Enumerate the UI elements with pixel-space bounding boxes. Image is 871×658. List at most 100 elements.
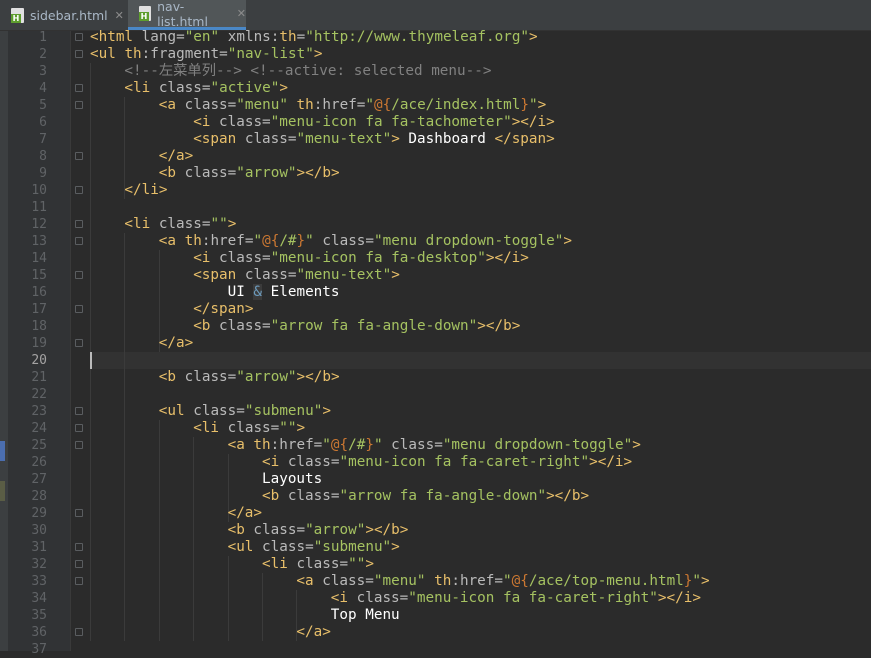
code-line: <a class="menu" th:href="@{/ace/top-menu… xyxy=(296,573,709,590)
line-number: 8 xyxy=(39,149,47,164)
fold-marker-icon[interactable] xyxy=(75,186,83,194)
fold-marker-icon[interactable] xyxy=(75,577,83,585)
code-line: <b class="arrow"></b> xyxy=(159,165,340,182)
code-token: @{ xyxy=(374,97,392,113)
code-token: "active" xyxy=(210,80,280,96)
code-token: "menu-icon fa fa-desktop" xyxy=(270,250,486,266)
line-number: 23 xyxy=(31,404,47,419)
code-token: "arrow" xyxy=(236,165,297,181)
editor-tab-bar: sidebar.html ✕ nav-list.html ✕ xyxy=(0,0,871,31)
code-token: class= xyxy=(356,590,409,606)
code-line: <a th:href="@{/#}" class="menu dropdown-… xyxy=(228,437,641,454)
line-number: 11 xyxy=(31,200,47,215)
code-token: "menu-text" xyxy=(296,131,392,147)
line-number: 35 xyxy=(31,608,47,623)
code-line: <li class="active"> xyxy=(124,80,288,97)
tab-nav-list-html[interactable]: nav-list.html ✕ xyxy=(128,0,246,30)
fold-marker-icon[interactable] xyxy=(75,509,83,517)
code-token: = xyxy=(296,29,306,45)
code-token: "menu-text" xyxy=(296,267,392,283)
fold-marker-icon[interactable] xyxy=(75,543,83,551)
code-token: @{ xyxy=(262,233,280,249)
code-token: th xyxy=(124,46,142,62)
code-line: <a th:href="@{/#}" class="menu dropdown-… xyxy=(159,233,572,250)
code-token: <b xyxy=(158,165,185,181)
code-line: <ul class="submenu"> xyxy=(159,403,331,420)
current-line-highlight xyxy=(90,352,871,369)
code-token: class= xyxy=(158,216,211,232)
fold-marker-icon[interactable] xyxy=(75,271,83,279)
code-line: <i class="menu-icon fa fa-caret-right"><… xyxy=(331,590,701,607)
fold-marker-icon[interactable] xyxy=(75,50,83,58)
line-number: 12 xyxy=(31,217,47,232)
code-token: " xyxy=(365,97,375,113)
code-editor[interactable]: <html lang="en" xmlns:th="http://www.thy… xyxy=(90,29,871,651)
code-token: class= xyxy=(184,369,237,385)
line-number: 6 xyxy=(39,115,47,130)
code-line: </a> xyxy=(296,624,330,641)
fold-marker-icon[interactable] xyxy=(75,305,83,313)
line-number: 14 xyxy=(31,251,47,266)
code-token: class= xyxy=(184,97,237,113)
code-token: > xyxy=(391,267,400,283)
code-token: <a xyxy=(158,97,185,113)
code-token: class= xyxy=(219,250,271,266)
code-line: UI & Elements xyxy=(228,284,340,301)
code-token: "" xyxy=(279,420,297,436)
code-token: } xyxy=(520,97,529,113)
line-number: 32 xyxy=(31,557,47,572)
code-token: <i xyxy=(330,590,357,606)
code-token: <html xyxy=(90,29,142,45)
close-icon[interactable]: ✕ xyxy=(115,9,124,22)
code-line: <ul class="submenu"> xyxy=(228,539,400,556)
line-number: 31 xyxy=(31,540,47,555)
code-line: <i class="menu-icon fa fa-tachometer"></… xyxy=(193,114,555,131)
line-number: 34 xyxy=(31,591,47,606)
code-token: Elements xyxy=(262,284,340,300)
code-token: class= xyxy=(244,267,297,283)
code-token: /# xyxy=(348,437,366,453)
code-token: Top Menu xyxy=(330,607,400,623)
code-line: <html lang="en" xmlns:th="http://www.thy… xyxy=(90,29,538,46)
code-token: /ace/index.html xyxy=(391,97,521,113)
code-token: <i xyxy=(193,250,220,266)
code-token: <b xyxy=(227,522,254,538)
code-line: <span class="menu-text"> Dashboard </spa… xyxy=(193,131,555,148)
code-token: <a xyxy=(296,573,323,589)
fold-marker-icon[interactable] xyxy=(75,101,83,109)
code-token: class= xyxy=(287,488,340,504)
line-number: 1 xyxy=(39,30,47,45)
code-token: class= xyxy=(391,437,443,453)
code-token: > xyxy=(391,539,400,555)
line-number: 16 xyxy=(31,285,47,300)
code-line: <li class=""> xyxy=(124,216,236,233)
fold-marker-icon[interactable] xyxy=(75,220,83,228)
line-number: 18 xyxy=(31,319,47,334)
fold-marker-icon[interactable] xyxy=(75,237,83,245)
code-token: > xyxy=(279,80,288,96)
close-icon[interactable]: ✕ xyxy=(237,7,246,20)
fold-marker-icon[interactable] xyxy=(75,33,83,41)
code-token: <i xyxy=(262,454,288,470)
code-token: class= xyxy=(253,522,306,538)
code-token: "" xyxy=(348,556,366,572)
code-token: > xyxy=(322,403,331,419)
fold-marker-icon[interactable] xyxy=(75,424,83,432)
code-token: th xyxy=(253,437,271,453)
code-token: "submenu" xyxy=(244,403,323,419)
code-token: <ul xyxy=(90,46,125,62)
code-token: ></b> xyxy=(477,318,521,334)
fold-marker-icon[interactable] xyxy=(75,152,83,160)
fold-marker-icon[interactable] xyxy=(75,628,83,636)
tab-sidebar-html[interactable]: sidebar.html ✕ xyxy=(0,0,128,30)
fold-marker-icon[interactable] xyxy=(75,407,83,415)
fold-marker-icon[interactable] xyxy=(75,560,83,568)
fold-marker-icon[interactable] xyxy=(75,84,83,92)
code-token: "" xyxy=(210,216,228,232)
code-token: "menu-icon fa fa-caret-right" xyxy=(339,454,590,470)
indent-guide xyxy=(227,556,229,641)
fold-marker-icon[interactable] xyxy=(75,441,83,449)
code-token: "menu dropdown-toggle" xyxy=(442,437,633,453)
fold-marker-icon[interactable] xyxy=(75,339,83,347)
code-token: th xyxy=(296,97,314,113)
